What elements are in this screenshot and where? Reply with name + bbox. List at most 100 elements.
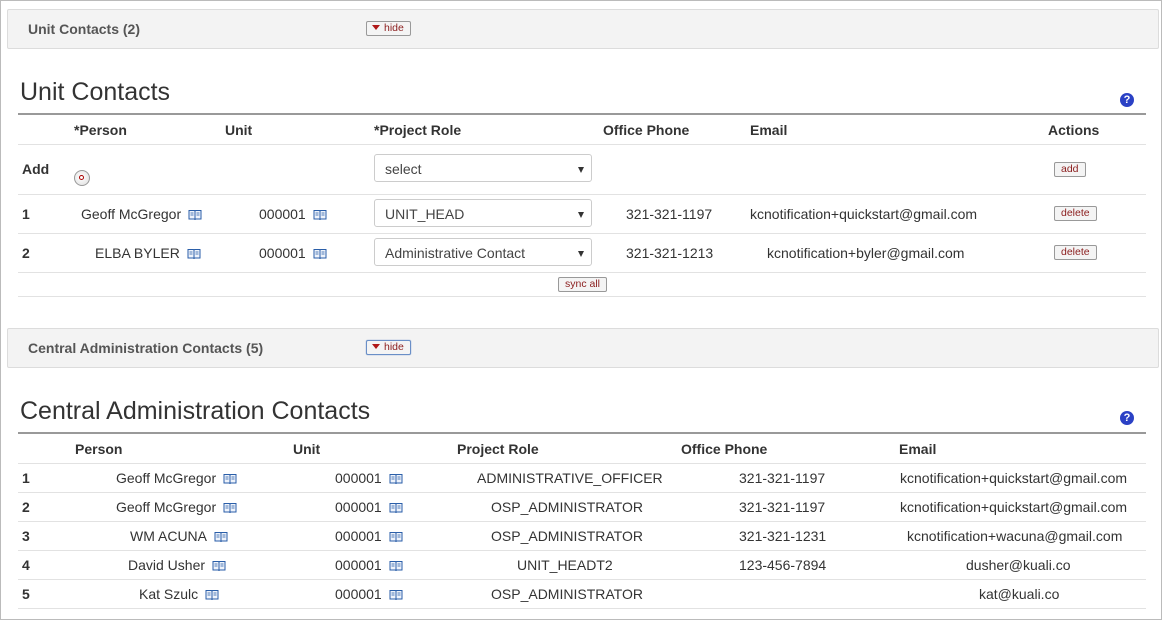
office-phone: 321-321-1197: [626, 206, 713, 222]
email: kcnotification+quickstart@gmail.com: [900, 499, 1128, 515]
collapse-triangle-icon: [372, 25, 380, 30]
col-header-unit: Unit: [225, 122, 253, 138]
book-icon[interactable]: [212, 560, 226, 571]
row-number: 3: [22, 528, 30, 544]
book-icon[interactable]: [389, 589, 403, 600]
person-name-cell: Geoff McGregor: [81, 206, 202, 222]
central-admin-panel-header: Central Administration Contacts (5) hide: [7, 328, 1159, 368]
row-divider: [18, 550, 1146, 551]
project-role: OSP_ADMINISTRATOR: [491, 528, 643, 544]
book-icon[interactable]: [389, 473, 403, 484]
unit-contacts-panel-header: Unit Contacts (2) hide: [7, 9, 1159, 49]
project-role: OSP_ADMINISTRATOR: [491, 499, 643, 515]
central-admin-heading: Central Administration Contacts: [20, 397, 371, 425]
office-phone: 321-321-1197: [739, 499, 826, 515]
unit-number: 000001: [335, 528, 382, 544]
col-header-office-phone: Office Phone: [603, 122, 690, 138]
book-icon[interactable]: [223, 473, 237, 484]
help-icon[interactable]: ?: [1120, 93, 1134, 107]
book-icon[interactable]: [389, 531, 403, 542]
book-icon[interactable]: [187, 248, 201, 259]
person-name-cell: Geoff McGregor: [116, 470, 237, 486]
email: kcnotification+quickstart@gmail.com: [900, 470, 1128, 486]
help-icon[interactable]: ?: [1120, 411, 1134, 425]
book-icon[interactable]: [223, 502, 237, 513]
page-frame: [0, 0, 1162, 620]
unit-number: 000001: [335, 557, 382, 573]
office-phone: 123-456-7894: [739, 557, 827, 573]
unit-cell: 000001: [335, 499, 403, 515]
col-header-email: Email: [899, 441, 937, 457]
unit-number: 000001: [335, 499, 382, 515]
row-number: 1: [22, 206, 30, 222]
book-icon[interactable]: [214, 531, 228, 542]
col-header-office-phone: Office Phone: [681, 441, 768, 457]
row-number: 2: [22, 245, 30, 261]
row-divider: [18, 144, 1146, 145]
row-number: 5: [22, 586, 30, 602]
email: kcnotification+byler@gmail.com: [767, 245, 965, 261]
person-name-cell: Kat Szulc: [139, 586, 219, 602]
person-name: Geoff McGregor: [116, 499, 217, 515]
email: kcnotification+quickstart@gmail.com: [750, 206, 978, 222]
select-value: UNIT_HEAD: [385, 206, 465, 222]
unit-cell: 000001: [259, 206, 327, 222]
collapse-triangle-icon: [372, 344, 380, 349]
select-value: Administrative Contact: [385, 245, 526, 261]
person-name-cell: Geoff McGregor: [116, 499, 237, 515]
col-header-actions: Actions: [1048, 122, 1100, 138]
sync-all-button[interactable]: sync all: [558, 277, 608, 292]
unit-contacts-heading: Unit Contacts: [20, 78, 171, 106]
book-icon[interactable]: [389, 502, 403, 513]
office-phone: 321-321-1213: [626, 245, 714, 261]
add-row-label: Add: [22, 161, 50, 177]
person-lookup-icon[interactable]: [74, 170, 90, 186]
book-icon[interactable]: [313, 248, 327, 259]
hide-label: hide: [384, 341, 404, 353]
project-role-select[interactable]: UNIT_HEAD: [374, 199, 592, 227]
row-divider: [18, 521, 1146, 522]
row-number: 1: [22, 470, 30, 486]
person-name: WM ACUNA: [130, 528, 207, 544]
email: dusher@kuali.co: [966, 557, 1071, 573]
book-icon[interactable]: [389, 560, 403, 571]
project-role-select[interactable]: Administrative Contact: [374, 238, 592, 266]
person-name: Kat Szulc: [139, 586, 199, 602]
unit-contacts-hide-button[interactable]: hide: [366, 21, 411, 36]
row-divider: [18, 608, 1146, 609]
central-admin-hide-button[interactable]: hide: [366, 340, 411, 355]
person-name: David Usher: [128, 557, 206, 573]
row-divider: [18, 194, 1146, 195]
unit-cell: 000001: [335, 586, 403, 602]
delete-button[interactable]: delete: [1054, 245, 1097, 260]
unit-cell: 000001: [259, 245, 327, 261]
person-name: Geoff McGregor: [81, 206, 182, 222]
row-number: 2: [22, 499, 30, 515]
row-divider: [18, 233, 1146, 234]
col-header-project-role: *Project Role: [374, 122, 462, 138]
person-name-cell: ELBA BYLER: [95, 245, 201, 261]
add-project-role-select[interactable]: select: [374, 154, 592, 182]
unit-contacts-divider: [18, 113, 1146, 115]
person-name-cell: David Usher: [128, 557, 226, 573]
book-icon[interactable]: [205, 589, 219, 600]
book-icon[interactable]: [188, 209, 202, 220]
col-header-project-role: Project Role: [457, 441, 539, 457]
unit-number: 000001: [335, 586, 382, 602]
col-header-person: Person: [75, 441, 123, 457]
row-divider: [18, 492, 1146, 493]
row-number: 4: [22, 557, 30, 573]
col-header-email: Email: [750, 122, 788, 138]
chevron-down-icon: [578, 167, 584, 173]
row-divider: [18, 463, 1146, 464]
unit-number: 000001: [259, 245, 306, 261]
book-icon[interactable]: [313, 209, 327, 220]
hide-label: hide: [384, 22, 404, 34]
add-button[interactable]: add: [1054, 162, 1086, 177]
project-role: OSP_ADMINISTRATOR: [491, 586, 643, 602]
unit-number: 000001: [335, 470, 382, 486]
person-name: Geoff McGregor: [116, 470, 217, 486]
chevron-down-icon: [578, 251, 584, 257]
office-phone: 321-321-1231: [739, 528, 827, 544]
delete-button[interactable]: delete: [1054, 206, 1097, 221]
